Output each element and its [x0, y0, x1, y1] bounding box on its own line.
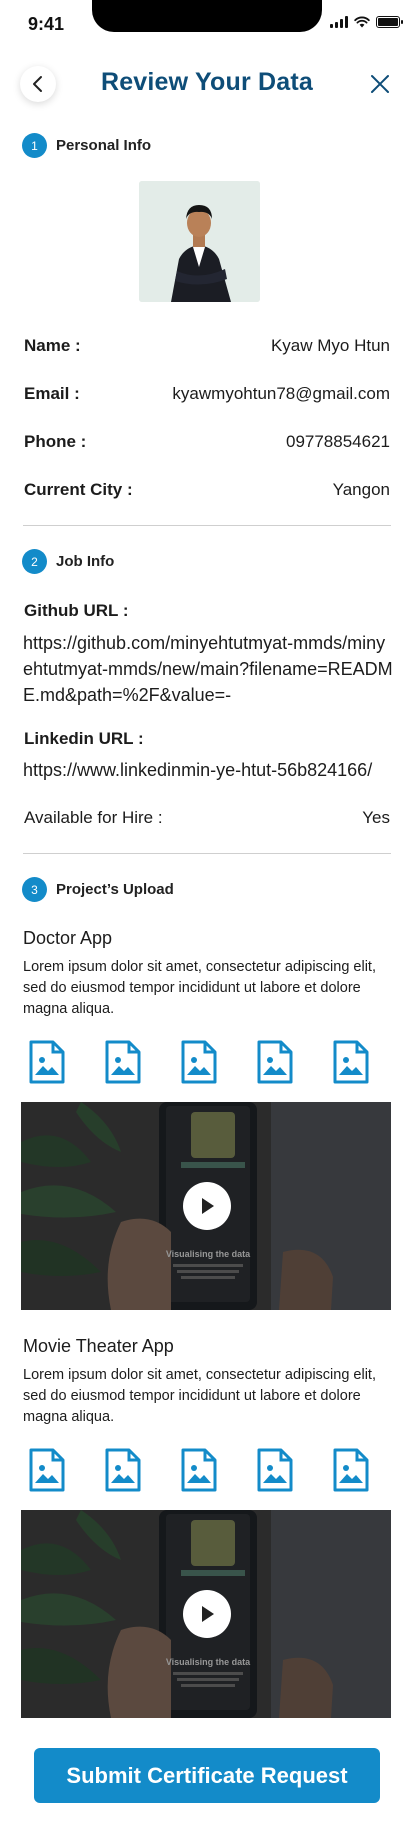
project-title: Doctor App [23, 928, 113, 948]
linkedin-label: Linkedin URL : [24, 729, 144, 748]
signal-icon [330, 16, 348, 28]
image-file-icon[interactable] [333, 1448, 369, 1492]
name-value: Kyaw Myo Htun [270, 336, 390, 355]
close-icon [371, 75, 389, 93]
divider [23, 525, 391, 526]
image-file-icon[interactable] [181, 1448, 217, 1492]
submit-certificate-request-button[interactable]: Submit Certificate Request [34, 1748, 380, 1803]
play-button[interactable] [183, 1590, 231, 1638]
github-label: Github URL : [24, 601, 129, 620]
personal-info-header: 1 Personal Info [22, 133, 151, 158]
project-title: Movie Theater App [23, 1336, 174, 1356]
project-description: Lorem ipsum dolor sit amet, consectetur … [23, 1367, 376, 1425]
projects-header: 3 Project’s Upload [22, 877, 174, 902]
video-thumbnail[interactable]: Visualising the data [21, 1102, 391, 1310]
battery-icon [376, 16, 403, 28]
name-row: Name : Kyaw Myo Htun [24, 336, 390, 356]
hire-value: Yes [362, 808, 390, 827]
image-file-icon[interactable] [257, 1040, 293, 1084]
page-title: Review Your Data [100, 68, 314, 96]
image-file-icon[interactable] [29, 1040, 65, 1084]
status-time: 9:41 [28, 14, 65, 34]
video-thumbnail[interactable]: Visualising the data [21, 1510, 391, 1718]
step-badge: 2 [22, 549, 47, 574]
play-icon [202, 1606, 214, 1622]
phone-value: 09778854621 [285, 432, 390, 451]
hire-label: Available for Hire : [24, 808, 163, 827]
phone-label: Phone : [24, 432, 87, 451]
wifi-icon [354, 16, 370, 28]
image-file-icon[interactable] [181, 1040, 217, 1084]
section-title: Personal Info [56, 137, 152, 154]
image-file-icon[interactable] [333, 1040, 369, 1084]
divider [23, 853, 391, 854]
play-icon [202, 1198, 214, 1214]
github-url[interactable]: https://github.com/minyehtutmyat-mmds/mi… [23, 630, 395, 708]
step-badge: 3 [22, 877, 47, 902]
name-label: Name : [24, 336, 81, 355]
phone-row: Phone : 09778854621 [24, 432, 390, 452]
play-button[interactable] [183, 1182, 231, 1230]
step-badge: 1 [22, 133, 47, 158]
close-button[interactable] [366, 70, 394, 98]
file-attachments [29, 1040, 369, 1084]
page-header: Review Your Data [0, 62, 414, 104]
email-label: Email : [24, 384, 80, 403]
city-label: Current City : [24, 480, 133, 499]
image-file-icon[interactable] [257, 1448, 293, 1492]
status-bar: 9:41 [0, 0, 414, 44]
image-file-icon[interactable] [105, 1040, 141, 1084]
avatar [139, 181, 260, 302]
profile-photo [139, 181, 260, 302]
job-info-header: 2 Job Info [22, 549, 114, 574]
city-value: Yangon [332, 480, 390, 499]
file-attachments [29, 1448, 369, 1492]
linkedin-url[interactable]: https://www.linkedinmin-ye-htut-56b82416… [23, 757, 395, 783]
email-row: Email : kyawmyohtun78@gmail.com [24, 384, 390, 404]
image-file-icon[interactable] [105, 1448, 141, 1492]
project-description: Lorem ipsum dolor sit amet, consectetur … [23, 959, 376, 1017]
city-row: Current City : Yangon [24, 480, 390, 500]
section-title: Job Info [56, 553, 115, 570]
email-value: kyawmyohtun78@gmail.com [172, 384, 390, 403]
status-icons [330, 16, 403, 28]
section-title: Project’s Upload [56, 881, 174, 898]
image-file-icon[interactable] [29, 1448, 65, 1492]
hire-row: Available for Hire : Yes [24, 808, 390, 828]
device-notch [92, 0, 322, 32]
